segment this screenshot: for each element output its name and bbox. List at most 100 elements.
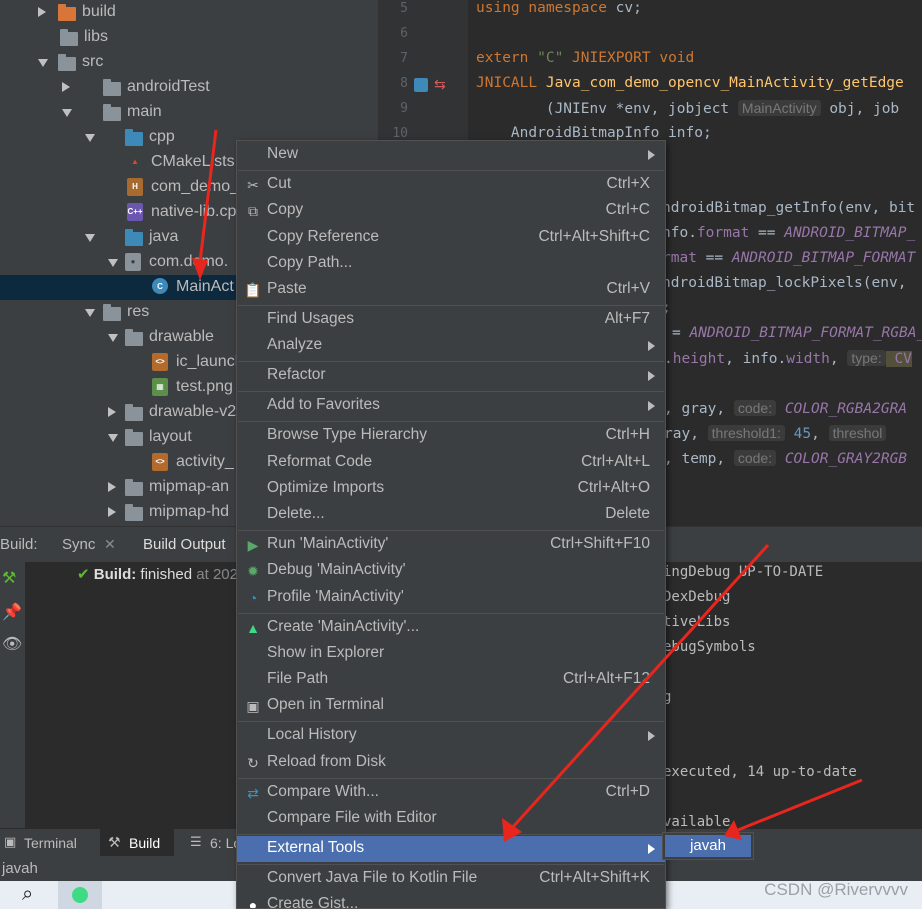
eye-icon[interactable]: 👁 <box>2 634 22 654</box>
menu-separator <box>238 721 664 722</box>
expand-arrow-icon[interactable] <box>108 259 118 267</box>
menu-shortcut: Ctrl+Alt+O <box>577 479 650 496</box>
build-status[interactable]: ✔ Build: finished at 2021 <box>77 565 246 583</box>
tab-terminal[interactable]: Terminal <box>24 835 77 851</box>
tree-item-label: native-lib.cp <box>151 203 237 220</box>
menu-shortcut: Ctrl+Alt+L <box>581 453 650 470</box>
menu-item-create-gist[interactable]: ● Create Gist... <box>237 892 665 908</box>
external-tools-submenu: javah <box>662 832 754 860</box>
folder-icon <box>103 304 121 321</box>
menu-shortcut: Alt+F7 <box>604 310 650 327</box>
menu-shortcut: Ctrl+Alt+F12 <box>562 670 650 687</box>
tab-build[interactable]: Build <box>129 835 160 851</box>
submenu-item-javah[interactable]: javah <box>665 835 751 857</box>
menu-item-run[interactable]: ▶ Run 'MainActivity' Ctrl+Shift+F10 <box>237 532 665 558</box>
menu-item-find-usages[interactable]: Find Usages Alt+F7 <box>237 307 665 333</box>
folder-icon <box>58 54 76 71</box>
code-line: using namespace cv; <box>476 0 642 16</box>
menu-item-reload-from-disk[interactable]: ↻ Reload from Disk <box>237 750 665 776</box>
tree-item-label: MainAct <box>176 278 234 295</box>
menu-item-paste[interactable]: 📋 Paste Ctrl+V <box>237 277 665 303</box>
folder-icon <box>125 479 143 496</box>
terminal-icon: ▣ <box>246 698 260 714</box>
expand-arrow-icon[interactable] <box>38 59 48 67</box>
expand-arrow-icon[interactable] <box>108 334 118 342</box>
collapse-arrow-icon[interactable] <box>108 407 116 417</box>
menu-item-local-history[interactable]: Local History <box>237 723 665 749</box>
menu-item-optimize-imports[interactable]: Optimize Imports Ctrl+Alt+O <box>237 476 665 502</box>
menu-item-delete[interactable]: Delete... Delete <box>237 502 665 528</box>
menu-item-profile[interactable]: ◔ Profile 'MainActivity' <box>237 585 665 611</box>
menu-label: Browse Type Hierarchy <box>267 426 427 443</box>
tab-build-output[interactable]: Build Output <box>143 536 226 553</box>
code-line: , temp, code: COLOR_GRAY2RGB <box>664 450 908 467</box>
menu-label: Optimize Imports <box>267 479 385 496</box>
expand-arrow-icon[interactable] <box>85 309 95 317</box>
expand-arrow-icon[interactable] <box>85 234 95 242</box>
menu-label: Local History <box>267 726 357 743</box>
tree-row[interactable]: build <box>0 0 378 25</box>
menu-item-create-configuration[interactable]: ▲ Create 'MainActivity'... <box>237 615 665 641</box>
pin-icon[interactable]: 📌 <box>2 602 22 622</box>
menu-label: Add to Favorites <box>267 396 380 413</box>
collapse-arrow-icon[interactable] <box>108 507 116 517</box>
menu-item-refactor[interactable]: Refactor <box>237 363 665 389</box>
menu-label: Convert Java File to Kotlin File <box>267 869 478 886</box>
menu-separator <box>238 530 664 531</box>
folder-icon <box>125 404 143 421</box>
expand-arrow-icon[interactable] <box>62 109 72 117</box>
tab-sync[interactable]: Sync <box>62 536 95 553</box>
class-icon: C <box>152 278 168 294</box>
reload-icon: ↻ <box>247 755 259 771</box>
menu-shortcut: Ctrl+Shift+F10 <box>550 535 650 552</box>
tree-item-label: drawable-v2 <box>149 403 237 420</box>
menu-item-copy[interactable]: ⧉ Copy Ctrl+C <box>237 198 665 224</box>
menu-shortcut: Ctrl+X <box>606 175 651 192</box>
menu-item-show-in-explorer[interactable]: Show in Explorer <box>237 641 665 667</box>
collapse-arrow-icon[interactable] <box>62 82 70 92</box>
tree-row[interactable]: main <box>0 100 378 125</box>
close-icon[interactable]: ✕ <box>104 536 116 553</box>
menu-item-debug[interactable]: ✹ Debug 'MainActivity' <box>237 558 665 584</box>
implementation-arrow-icon[interactable]: ⇆ <box>434 76 446 93</box>
menu-item-cut[interactable]: ✂ Cut Ctrl+X <box>237 172 665 198</box>
jni-navigation-icon[interactable] <box>414 78 428 92</box>
menu-item-compare-with[interactable]: ⇄ Compare With... Ctrl+D <box>237 780 665 806</box>
collapse-arrow-icon[interactable] <box>108 482 116 492</box>
menu-item-external-tools[interactable]: External Tools <box>237 836 665 862</box>
menu-item-compare-with-editor[interactable]: Compare File with Editor <box>237 806 665 832</box>
build-output-console[interactable]: ingDebug UP-TO-DATE DexDebug tiveLibs ebugS… <box>655 562 922 830</box>
menu-label: Paste <box>267 280 307 297</box>
menu-item-copy-path[interactable]: Copy Path... <box>237 251 665 277</box>
tree-item-label: drawable <box>149 328 214 345</box>
tree-row[interactable]: src <box>0 50 378 75</box>
android-studio-icon[interactable] <box>58 881 102 909</box>
tree-row[interactable]: libs <box>0 25 378 50</box>
line-number: 5 <box>400 1 408 16</box>
search-icon[interactable]: ⌕ <box>22 883 33 906</box>
package-icon: ● <box>125 253 141 271</box>
status-text: javah <box>2 860 38 877</box>
menu-item-browse-type-hierarchy[interactable]: Browse Type Hierarchy Ctrl+H <box>237 423 665 449</box>
menu-shortcut: Delete <box>605 505 650 522</box>
build-toolbar: ⚒ 📌 👁 <box>0 562 25 828</box>
menu-item-analyze[interactable]: Analyze <box>237 333 665 359</box>
menu-item-convert-to-kotlin[interactable]: Convert Java File to Kotlin File Ctrl+Alt… <box>237 866 665 892</box>
menu-item-add-to-favorites[interactable]: Add to Favorites <box>237 393 665 419</box>
tree-item-label: com.demo. <box>149 253 229 270</box>
menu-item-reformat-code[interactable]: Reformat Code Ctrl+Alt+L <box>237 450 665 476</box>
expand-arrow-icon[interactable] <box>85 134 95 142</box>
menu-item-copy-reference[interactable]: Copy Reference Ctrl+Alt+Shift+C <box>237 225 665 251</box>
menu-separator <box>238 864 664 865</box>
collapse-arrow-icon[interactable] <box>38 7 46 17</box>
code-line: AndroidBitmapInfo info; <box>476 125 712 141</box>
menu-item-new[interactable]: New <box>237 142 665 168</box>
tree-row[interactable]: androidTest <box>0 75 378 100</box>
menu-label: Copy Reference <box>267 228 380 245</box>
menu-item-open-in-terminal[interactable]: ▣ Open in Terminal <box>237 693 665 719</box>
expand-arrow-icon[interactable] <box>108 434 118 442</box>
menu-item-file-path[interactable]: File Path Ctrl+Alt+F12 <box>237 667 665 693</box>
hammer-icon[interactable]: ⚒ <box>2 568 16 588</box>
code-line: extern "C" JNIEXPORT void <box>476 50 695 66</box>
code-line: JNICALL Java_com_demo_opencv_MainActivit… <box>476 75 904 91</box>
